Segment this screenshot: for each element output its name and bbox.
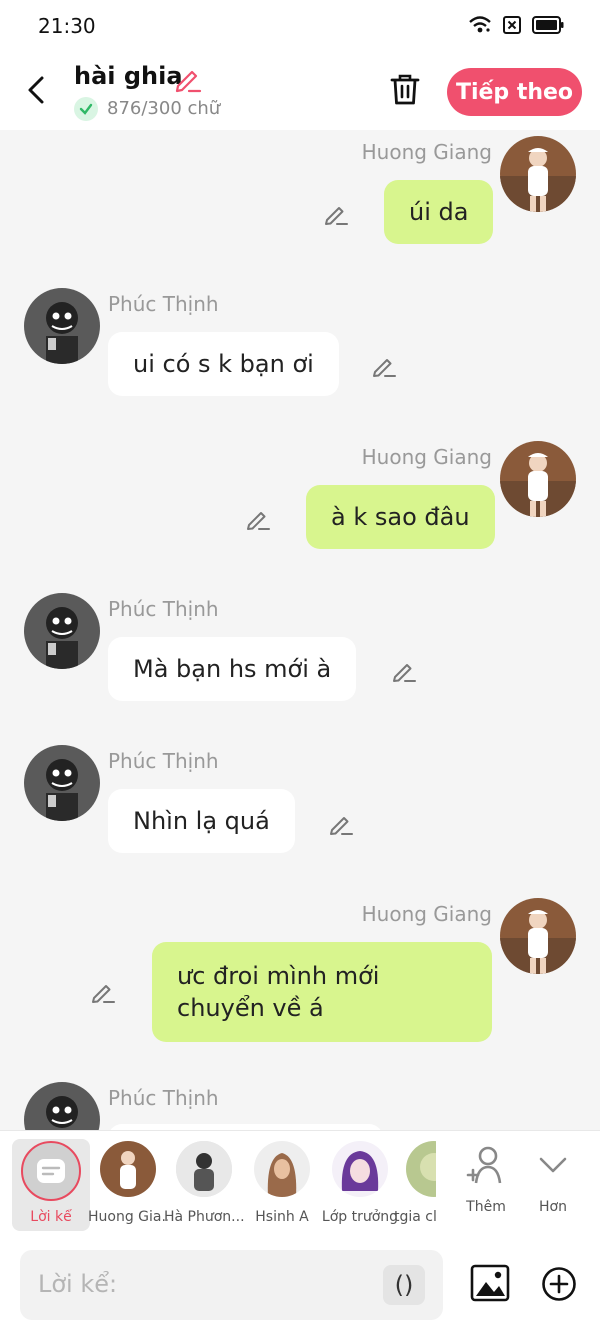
sim-blocked-icon xyxy=(503,16,521,34)
battery-icon xyxy=(532,16,564,34)
status-icons xyxy=(468,14,564,36)
avatar[interactable] xyxy=(24,1082,100,1130)
message-bubble[interactable]: Mà bạn hs mới à xyxy=(108,637,357,701)
chevron-down-icon xyxy=(539,1157,567,1173)
wifi-icon xyxy=(469,16,491,33)
chat-area: Huong Giang úi da Phúc Thịnh ui có s k b… xyxy=(0,130,600,1130)
edit-message-icon[interactable] xyxy=(323,201,349,227)
character-label: Huong Gia... xyxy=(88,1209,168,1225)
page-title: hài ghia xyxy=(74,62,183,90)
word-count: 876/300 chữ xyxy=(107,98,221,119)
character-bar: Lời kể Huong Gia... Hà Phươn... Hsinh A … xyxy=(0,1130,600,1238)
avatar[interactable] xyxy=(24,745,100,821)
sender-name: Phúc Thịnh xyxy=(108,1086,219,1110)
message-bubble[interactable]: ui có s k bạn ơi xyxy=(108,332,339,396)
sender-name: Huong Giang xyxy=(361,140,492,164)
input-bar: () xyxy=(0,1238,600,1333)
avatar[interactable] xyxy=(500,898,576,974)
more-button[interactable]: Hơn xyxy=(513,1143,593,1215)
status-bar: 21:30 xyxy=(0,0,600,52)
add-icon[interactable] xyxy=(541,1266,577,1302)
character-label: Hà Phươn... xyxy=(164,1209,244,1225)
avatar xyxy=(332,1141,388,1197)
sender-name: Phúc Thịnh xyxy=(108,749,219,773)
back-arrow-icon[interactable] xyxy=(22,72,52,108)
character-item[interactable]: Hà Phươn... xyxy=(164,1141,244,1225)
character-label: Hsinh A xyxy=(255,1209,309,1225)
edit-message-icon[interactable] xyxy=(245,506,271,532)
avatar[interactable] xyxy=(24,288,100,364)
message-bubble[interactable]: à k sao đâu xyxy=(306,485,495,549)
sender-name: Huong Giang xyxy=(361,902,492,926)
avatar xyxy=(176,1141,232,1197)
sender-name: Huong Giang xyxy=(361,445,492,469)
character-item[interactable]: Lớp trưởng xyxy=(320,1141,400,1225)
edit-message-icon[interactable] xyxy=(90,979,116,1005)
next-button[interactable]: Tiếp theo xyxy=(447,68,582,116)
message-bubble[interactable]: Nhìn lạ quá xyxy=(108,789,295,853)
character-narrator[interactable]: Lời kể xyxy=(12,1139,90,1231)
message-bubble[interactable]: úi da xyxy=(384,180,494,244)
image-icon[interactable] xyxy=(470,1264,510,1302)
edit-message-icon[interactable] xyxy=(328,811,354,837)
header: hài ghia 876/300 chữ Tiếp theo xyxy=(0,52,600,130)
edit-message-icon[interactable] xyxy=(371,353,397,379)
parentheses-button[interactable]: () xyxy=(383,1265,425,1305)
character-item[interactable]: Hsinh A xyxy=(242,1141,322,1225)
character-item[interactable]: Huong Gia... xyxy=(88,1141,168,1225)
status-time: 21:30 xyxy=(38,14,96,38)
narrator-icon xyxy=(21,1141,81,1201)
sender-name: Phúc Thịnh xyxy=(108,597,219,621)
character-label: tgia cl xyxy=(394,1209,436,1225)
avatar xyxy=(254,1141,310,1197)
message-bubble[interactable]: ưc đroi mình mới chuyển về á xyxy=(152,942,492,1042)
avatar[interactable] xyxy=(500,136,576,212)
character-label: Lớp trưởng xyxy=(321,1209,399,1225)
avatar xyxy=(406,1141,436,1197)
trash-icon[interactable] xyxy=(388,72,422,106)
edit-title-icon[interactable] xyxy=(172,64,202,94)
character-label: Hơn xyxy=(539,1199,567,1215)
narration-input[interactable] xyxy=(38,1264,378,1304)
avatar[interactable] xyxy=(24,593,100,669)
check-icon xyxy=(74,97,98,121)
character-label: Lời kể xyxy=(30,1209,72,1225)
character-item[interactable]: tgia cl xyxy=(394,1141,436,1225)
add-person-icon xyxy=(466,1146,502,1184)
avatar xyxy=(100,1141,156,1197)
input-container: () xyxy=(20,1250,443,1320)
avatar[interactable] xyxy=(500,441,576,517)
edit-message-icon[interactable] xyxy=(391,658,417,684)
sender-name: Phúc Thịnh xyxy=(108,292,219,316)
